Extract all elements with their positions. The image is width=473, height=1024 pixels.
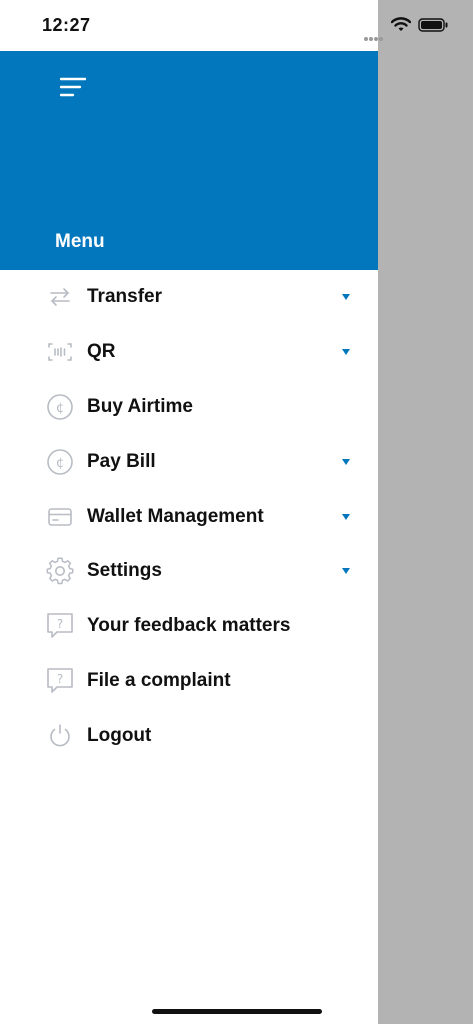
menu-item-settings[interactable]: Settings [0, 544, 378, 599]
chevron-down-icon[interactable] [342, 349, 350, 356]
chevron-down-icon[interactable] [342, 294, 350, 301]
menu-item-label: QR [87, 341, 116, 363]
home-indicator[interactable] [152, 1009, 322, 1014]
transfer-icon [46, 283, 74, 311]
chevron-down-icon[interactable] [342, 568, 350, 575]
svg-text:?: ? [57, 672, 63, 686]
feedback-icon: ? [46, 667, 74, 695]
power-icon [46, 722, 74, 750]
menu-item-logout[interactable]: Logout [0, 708, 378, 763]
card-icon [46, 503, 74, 531]
menu-item-label: Pay Bill [87, 450, 156, 472]
menu-item-wallet-management[interactable]: Wallet Management [0, 489, 378, 544]
signal-icon [364, 28, 384, 46]
menu-item-feedback[interactable]: ? Your feedback matters [0, 599, 378, 654]
menu-item-label: File a complaint [87, 669, 231, 691]
chevron-down-icon[interactable] [342, 513, 350, 520]
menu-item-label: Buy Airtime [87, 395, 193, 417]
menu-item-label: Settings [87, 560, 162, 582]
svg-text:¢: ¢ [56, 401, 64, 416]
hamburger-icon[interactable] [59, 77, 87, 97]
menu-item-qr[interactable]: QR [0, 325, 378, 380]
menu-item-file-complaint[interactable]: ? File a complaint [0, 654, 378, 709]
menu-item-label: Transfer [87, 286, 162, 308]
battery-icon [418, 18, 448, 37]
svg-text:?: ? [57, 617, 63, 631]
status-time: 12:27 [42, 15, 91, 35]
cedi-icon: ¢ [46, 448, 74, 476]
menu-title: Menu [55, 231, 105, 252]
menu-item-pay-bill[interactable]: ¢ Pay Bill [0, 434, 378, 489]
menu-item-transfer[interactable]: Transfer [0, 270, 378, 325]
status-bar: 12:27 [0, 0, 473, 51]
menu-item-label: Your feedback matters [87, 615, 291, 637]
feedback-icon: ? [46, 612, 74, 640]
svg-text:¢: ¢ [56, 456, 64, 471]
menu-list: Transfer QR ¢ Buy Airtime ¢ Pay Bill Wal… [0, 270, 378, 763]
menu-item-buy-airtime[interactable]: ¢ Buy Airtime [0, 380, 378, 435]
menu-item-label: Wallet Management [87, 505, 264, 527]
qr-icon [46, 338, 74, 366]
wifi-icon [390, 17, 412, 37]
drawer-header: Menu [0, 51, 378, 270]
cedi-icon: ¢ [46, 393, 74, 421]
menu-item-label: Logout [87, 724, 152, 746]
chevron-down-icon[interactable] [342, 458, 350, 465]
gear-icon [46, 557, 74, 585]
navigation-drawer: Menu Transfer QR ¢ Buy Airtime ¢ Pay Bil… [0, 0, 378, 1024]
